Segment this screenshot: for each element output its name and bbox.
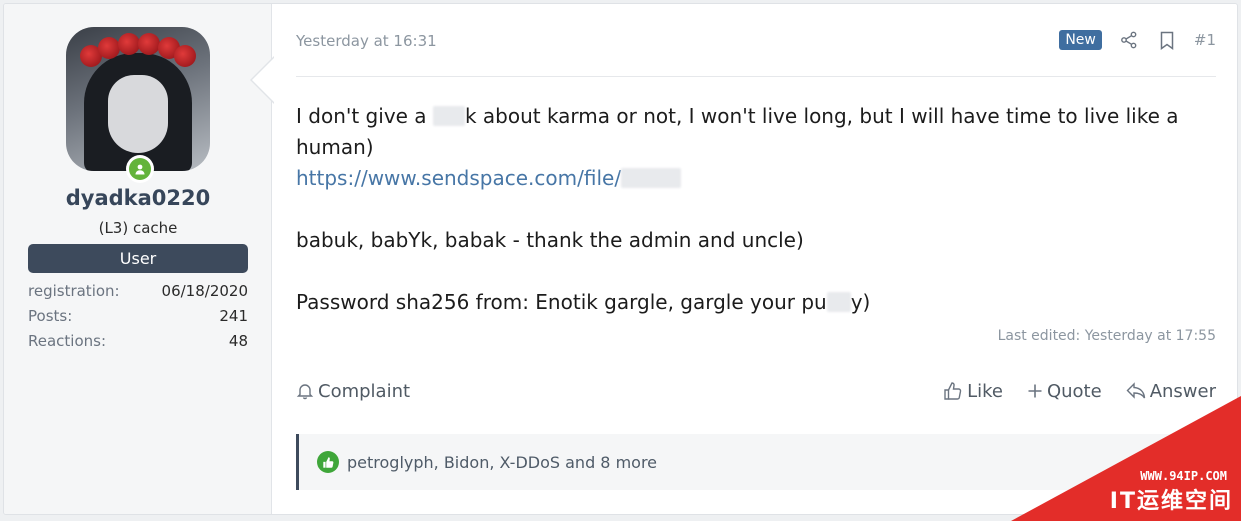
user-stats: registration: 06/18/2020 Posts: 241 Reac… — [28, 282, 248, 357]
thumbs-up-icon — [944, 382, 962, 400]
last-edited: Last edited: Yesterday at 17:55 — [997, 328, 1216, 344]
post-header-actions: New #1 — [1059, 29, 1216, 51]
censor-blur — [826, 292, 851, 312]
post-date[interactable]: Yesterday at 16:31 — [296, 32, 437, 50]
reaction-users[interactable]: petroglyph, Bidon, X-DDoS and 8 more — [347, 453, 657, 472]
stat-posts: Posts: 241 — [28, 307, 248, 325]
sendspace-link[interactable]: https://www.sendspace.com/file/ — [296, 166, 621, 190]
post-body: I don't give a k about karma or not, I w… — [296, 101, 1196, 318]
message-arrow — [250, 56, 275, 104]
flower-crown — [80, 33, 196, 69]
censor-blur — [432, 106, 465, 126]
complaint-button[interactable]: Complaint — [296, 381, 410, 402]
stat-registration: registration: 06/18/2020 — [28, 282, 248, 300]
username[interactable]: dyadka0220 — [4, 186, 272, 210]
post-line-2: https://www.sendspace.com/file/ — [296, 163, 1196, 194]
bell-icon — [296, 384, 314, 400]
watermark-text: IT运维空间 — [1109, 489, 1233, 514]
watermark: WWW.94IP.COM IT运维空间 — [1011, 396, 1241, 521]
new-badge: New — [1059, 30, 1102, 50]
avatar[interactable] — [66, 27, 210, 171]
like-button[interactable]: Like — [943, 381, 1003, 402]
online-status-icon — [126, 155, 154, 183]
post-line-4: Password sha256 from: Enotik gargle, gar… — [296, 290, 871, 314]
post-number[interactable]: #1 — [1194, 31, 1216, 49]
share-icon[interactable] — [1118, 29, 1140, 51]
user-sidebar: dyadka0220 (L3) cache User registration:… — [4, 4, 272, 514]
like-reaction-icon — [317, 451, 339, 473]
header-divider — [296, 76, 1216, 77]
stat-reactions: Reactions: 48 — [28, 332, 248, 350]
watermark-url: WWW.94IP.COM — [1140, 469, 1227, 483]
user-title: (L3) cache — [98, 219, 178, 237]
post-line-1: I don't give a k about karma or not, I w… — [296, 104, 1179, 159]
user-banner: User — [28, 244, 248, 273]
bookmark-icon[interactable] — [1156, 29, 1178, 51]
post-line-3: babuk, babYk, babak - thank the admin an… — [296, 228, 804, 252]
censor-blur — [621, 168, 682, 188]
